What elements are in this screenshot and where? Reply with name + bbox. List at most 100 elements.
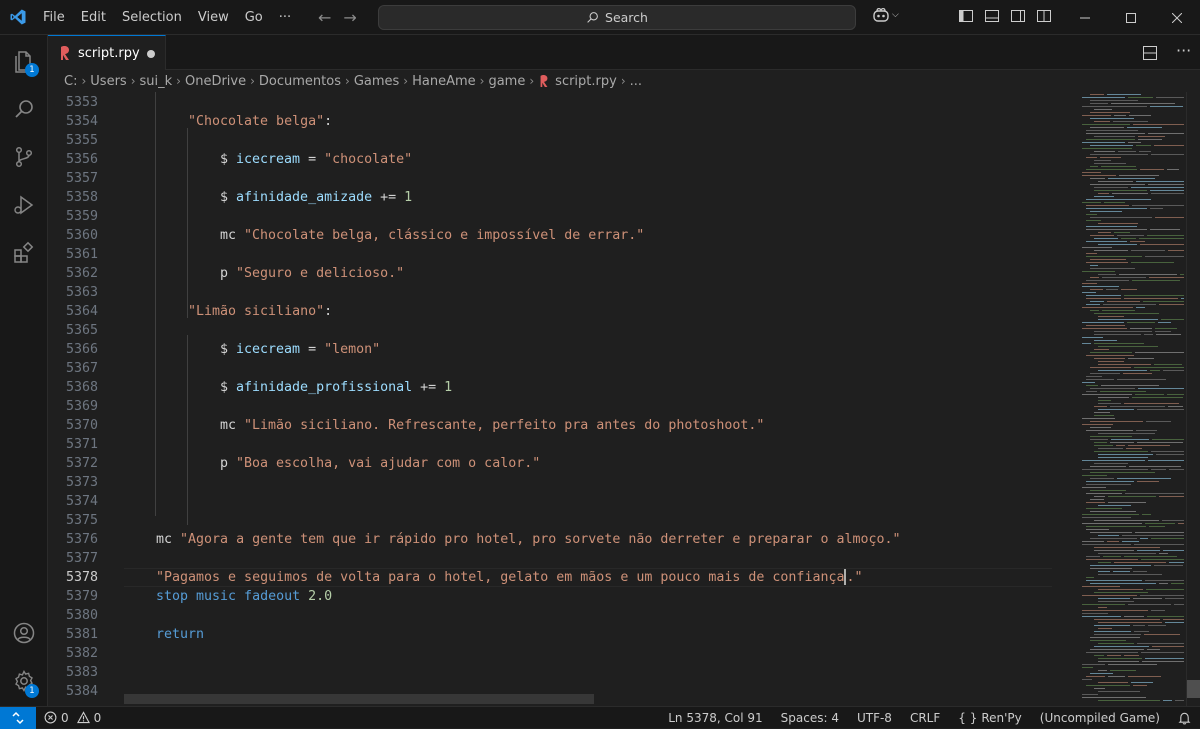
breadcrumb-item[interactable]: Users xyxy=(90,74,126,89)
close-button[interactable] xyxy=(1154,0,1200,35)
code-line[interactable]: 5384 xyxy=(48,682,1052,701)
code-line[interactable]: 5364 "Limão siciliano": xyxy=(48,302,1052,321)
customize-layout-icon[interactable] xyxy=(1036,8,1052,24)
code-line[interactable]: 5365 xyxy=(48,321,1052,340)
code-text: return xyxy=(156,625,204,644)
code-line[interactable]: 5382 xyxy=(48,644,1052,663)
minimap-line xyxy=(1094,340,1117,341)
minimap-line xyxy=(1154,364,1182,365)
breadcrumb-item[interactable]: C: xyxy=(64,74,77,89)
back-arrow-icon[interactable]: ← xyxy=(318,8,331,27)
minimap-line xyxy=(1128,445,1170,446)
eol-setting[interactable]: CRLF xyxy=(901,707,949,729)
code-line[interactable]: 5379 stop music fadeout 2.0 xyxy=(48,587,1052,606)
minimap-line xyxy=(1098,433,1155,434)
minimap-line xyxy=(1110,406,1165,407)
menu-edit[interactable]: Edit xyxy=(73,0,114,35)
menu-selection[interactable]: Selection xyxy=(114,0,190,35)
code-line[interactable]: 5376 mc "Agora a gente tem que ir rápido … xyxy=(48,530,1052,549)
minimap-line xyxy=(1167,169,1179,170)
forward-arrow-icon[interactable]: → xyxy=(343,8,356,27)
code-line[interactable]: 5377 xyxy=(48,549,1052,568)
code-editor[interactable]: 5353 5354 "Chocolate belga": 5355 5356 $ icec… xyxy=(48,92,1052,706)
indentation-setting[interactable]: Spaces: 4 xyxy=(772,707,848,729)
menu-view[interactable]: View xyxy=(190,0,237,35)
line-number: 5370 xyxy=(65,418,98,433)
code-line[interactable]: 5383 xyxy=(48,663,1052,682)
breadcrumb-item[interactable]: HaneAme xyxy=(412,74,476,89)
maximize-button[interactable] xyxy=(1108,0,1154,35)
command-search-box[interactable]: Search xyxy=(378,5,856,30)
code-line[interactable]: 5375 xyxy=(48,511,1052,530)
code-line[interactable]: 5380 xyxy=(48,606,1052,625)
split-editor-icon[interactable] xyxy=(1142,45,1158,61)
minimap-line xyxy=(1082,460,1145,461)
code-line[interactable]: 5381 return xyxy=(48,625,1052,644)
breadcrumb-item[interactable]: OneDrive xyxy=(185,74,246,89)
code-line[interactable]: 5360 mc "Chocolate belga, clássico e impo… xyxy=(48,226,1052,245)
code-line[interactable]: 5358 $ afinidade_amizade += 1 xyxy=(48,188,1052,207)
code-line[interactable]: 5374 xyxy=(48,492,1052,511)
source-control-icon[interactable] xyxy=(0,133,48,181)
menu-go[interactable]: Go xyxy=(237,0,271,35)
extensions-icon[interactable] xyxy=(0,229,48,277)
code-line[interactable]: 5373 xyxy=(48,473,1052,492)
line-number: 5372 xyxy=(65,456,98,471)
breadcrumb-item[interactable]: Documentos xyxy=(259,74,341,89)
code-line[interactable]: 5366 $ icecream = "lemon" xyxy=(48,340,1052,359)
code-line[interactable]: 5372 p "Boa escolha, vai ajudar com o cal… xyxy=(48,454,1052,473)
menu-more[interactable]: ··· xyxy=(271,0,299,35)
minimap-line xyxy=(1147,616,1184,617)
minimap[interactable] xyxy=(1052,92,1186,706)
toggle-panel-icon[interactable] xyxy=(984,8,1000,24)
tab-script-rpy[interactable]: script.rpy xyxy=(48,35,166,70)
code-line[interactable]: 5355 xyxy=(48,131,1052,150)
code-line[interactable]: 5361 xyxy=(48,245,1052,264)
minimap-line xyxy=(1082,697,1146,698)
unsaved-changes-dot-icon[interactable] xyxy=(147,50,155,58)
breadcrumb-file[interactable]: script.rpy xyxy=(555,74,617,89)
scrollbar-thumb[interactable] xyxy=(1187,680,1200,698)
settings-gear-icon[interactable]: 1 xyxy=(0,657,48,705)
code-line[interactable]: 5378 "Pagamos e seguimos de volta para o … xyxy=(48,568,1052,587)
search-view-icon[interactable] xyxy=(0,85,48,133)
accounts-icon[interactable] xyxy=(0,609,48,657)
line-number: 5378 xyxy=(65,570,98,585)
breadcrumb-item[interactable]: game xyxy=(488,74,525,89)
language-mode[interactable]: { } Ren'Py xyxy=(949,707,1031,729)
code-line[interactable]: 5353 xyxy=(48,93,1052,112)
code-line[interactable]: 5363 xyxy=(48,283,1052,302)
run-debug-icon[interactable] xyxy=(0,181,48,229)
code-line[interactable]: 5359 xyxy=(48,207,1052,226)
minimap-line xyxy=(1148,460,1184,461)
minimap-line xyxy=(1090,421,1143,422)
cursor-position[interactable]: Ln 5378, Col 91 xyxy=(659,707,771,729)
toggle-primary-sidebar-icon[interactable] xyxy=(958,8,974,24)
more-actions-icon[interactable]: ··· xyxy=(1176,41,1191,60)
code-line[interactable]: 5368 $ afinidade_profissional += 1 xyxy=(48,378,1052,397)
remote-indicator-icon[interactable] xyxy=(0,706,36,729)
minimap-line xyxy=(1086,652,1138,653)
breadcrumb-item[interactable]: Games xyxy=(354,74,399,89)
code-line[interactable]: 5357 xyxy=(48,169,1052,188)
project-status[interactable]: (Uncompiled Game) xyxy=(1031,707,1169,729)
code-line[interactable]: 5369 xyxy=(48,397,1052,416)
code-line[interactable]: 5362 p "Seguro e delicioso." xyxy=(48,264,1052,283)
explorer-icon[interactable]: 1 xyxy=(0,37,48,85)
problems-indicator[interactable]: 0 0 xyxy=(36,711,101,725)
breadcrumb-symbols[interactable]: ... xyxy=(630,74,642,89)
code-line[interactable]: 5371 xyxy=(48,435,1052,454)
code-line[interactable]: 5370 mc "Limão siciliano. Refrescante, pe… xyxy=(48,416,1052,435)
code-line[interactable]: 5367 xyxy=(48,359,1052,378)
toggle-secondary-sidebar-icon[interactable] xyxy=(1010,8,1026,24)
code-line[interactable]: 5356 $ icecream = "chocolate" xyxy=(48,150,1052,169)
minimize-button[interactable] xyxy=(1062,0,1108,35)
breadcrumb-item[interactable]: sui_k xyxy=(140,74,173,89)
code-line[interactable]: 5354 "Chocolate belga": xyxy=(48,112,1052,131)
copilot-menu-button[interactable]: ⌵ xyxy=(872,7,899,23)
vertical-scrollbar[interactable] xyxy=(1186,92,1200,706)
encoding-setting[interactable]: UTF-8 xyxy=(848,707,901,729)
notifications-bell-icon[interactable] xyxy=(1169,707,1200,729)
menu-file[interactable]: File xyxy=(35,0,73,35)
code-text: $ afinidade_amizade += 1 xyxy=(220,188,412,207)
